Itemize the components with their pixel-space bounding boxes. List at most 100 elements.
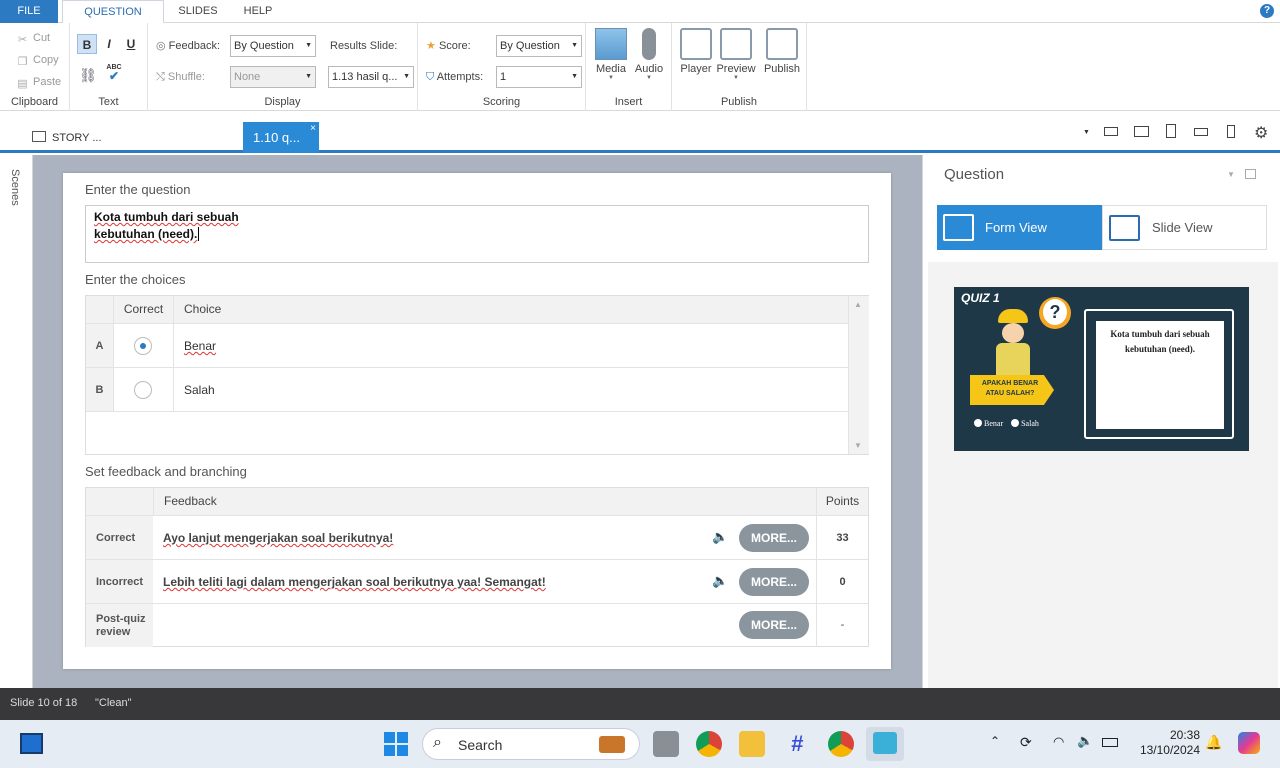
- feedback-row-correct: Correct Ayo lanjut mengerjakan soal beri…: [86, 515, 868, 560]
- cut-button[interactable]: ✂ Cut: [16, 30, 50, 46]
- choice-letter: A: [86, 324, 113, 368]
- points-value[interactable]: -: [816, 604, 868, 647]
- close-icon[interactable]: ×: [310, 113, 316, 144]
- sync-icon[interactable]: ⟳: [1020, 734, 1032, 751]
- desktop-view-icon[interactable]: [1134, 126, 1149, 137]
- player-button[interactable]: Player: [678, 28, 714, 75]
- wifi-icon[interactable]: ◠: [1053, 734, 1064, 750]
- chevron-down-icon[interactable]: ▼: [1083, 129, 1090, 136]
- chrome-icon[interactable]: [696, 731, 722, 757]
- scenes-sidebar[interactable]: Scenes: [0, 155, 33, 688]
- scroll-down-icon[interactable]: ▼: [854, 441, 862, 450]
- battery-icon[interactable]: [1102, 738, 1118, 747]
- results-slide-dropdown[interactable]: 1.13 hasil q... ▼: [328, 66, 414, 88]
- empty-choice-row[interactable]: [86, 411, 848, 454]
- feedback-text[interactable]: Ayo lanjut mengerjakan soal berikutnya!: [163, 516, 393, 560]
- hyperlink-icon[interactable]: ⛓: [78, 65, 98, 85]
- choice-text[interactable]: Salah: [173, 368, 848, 412]
- paste-button[interactable]: ▤ Paste: [16, 74, 61, 90]
- hash-app-icon[interactable]: #: [784, 731, 810, 757]
- publish-group-label: Publish: [720, 96, 758, 108]
- shuffle-dropdown[interactable]: None ▼: [230, 66, 316, 88]
- attempts-dropdown[interactable]: 1 ▼: [496, 66, 582, 88]
- results-slide-label: Results Slide:: [330, 40, 398, 52]
- search-placeholder: Search: [458, 737, 503, 753]
- tab-help[interactable]: HELP: [234, 0, 282, 23]
- gear-icon[interactable]: ⚙: [1254, 123, 1268, 143]
- form-view-button[interactable]: Form View: [937, 205, 1102, 250]
- choice-text[interactable]: Benar: [173, 324, 848, 368]
- theme-name: "Clean": [95, 697, 132, 709]
- bold-button[interactable]: B: [77, 34, 97, 54]
- feedback-header-blank: [86, 488, 153, 515]
- feedback-dropdown[interactable]: By Question ▼: [230, 35, 316, 57]
- feedback-text[interactable]: Lebih teliti lagi dalam mengerjakan soal…: [163, 560, 546, 604]
- correct-radio[interactable]: [134, 337, 152, 355]
- spellcheck-button[interactable]: ABC ✔: [104, 63, 124, 83]
- media-button[interactable]: Media ▼: [594, 28, 628, 81]
- clock[interactable]: 20:38 13/10/2024: [1120, 728, 1200, 758]
- italic-button[interactable]: I: [99, 34, 119, 54]
- file-explorer-icon[interactable]: [739, 731, 765, 757]
- scenes-label: Scenes: [9, 169, 21, 206]
- question-text-input[interactable]: Kota tumbuh dari sebuah kebutuhan (need)…: [85, 205, 869, 263]
- slide-counter: Slide 10 of 18: [10, 697, 78, 709]
- feedback-icon: ◎: [156, 40, 166, 52]
- tab-question[interactable]: QUESTION: [62, 0, 164, 24]
- underline-button[interactable]: U: [121, 34, 141, 54]
- choice-row[interactable]: A Benar: [86, 323, 848, 368]
- ribbon: ✂ Cut ❐ Copy ▤ Paste Clipboard B I U ⛓ ABC ✔…: [0, 23, 1280, 111]
- points-value[interactable]: 0: [816, 560, 868, 604]
- scroll-up-icon[interactable]: ▲: [854, 300, 862, 309]
- menu-bar: FILE QUESTION SLIDES HELP ?: [0, 0, 1280, 24]
- widgets-icon[interactable]: [20, 733, 43, 754]
- copy-button[interactable]: ❐ Copy: [16, 52, 59, 68]
- publish-button[interactable]: Publish: [760, 28, 804, 75]
- more-button[interactable]: MORE...: [739, 568, 809, 596]
- feedback-heading: Set feedback and branching: [85, 464, 247, 479]
- phone-view-icon[interactable]: [1227, 125, 1235, 138]
- col-feedback-header: Feedback: [153, 488, 816, 515]
- taskbar-search[interactable]: ⌕ Search: [422, 728, 640, 760]
- tablet-landscape-icon[interactable]: [1194, 128, 1208, 136]
- more-button[interactable]: MORE...: [739, 524, 809, 552]
- help-icon[interactable]: ?: [1260, 4, 1274, 18]
- audio-button[interactable]: Audio ▼: [632, 28, 666, 81]
- question-line-2-text: kebutuhan (need).: [94, 227, 198, 241]
- speaker-icon[interactable]: 🔈: [712, 529, 728, 545]
- volume-icon[interactable]: 🔈: [1077, 733, 1093, 749]
- more-button[interactable]: MORE...: [739, 611, 809, 639]
- story-tab[interactable]: STORY ...: [20, 125, 102, 151]
- choices-scrollbar[interactable]: ▲ ▼: [848, 296, 869, 454]
- slide-tab[interactable]: 1.10 q... ×: [243, 122, 319, 153]
- slide-thumbnail[interactable]: QUIZ 1 ? APAKAH BENAR ATAU SALAH? Benar S…: [954, 287, 1249, 451]
- laptop-view-icon[interactable]: [1104, 127, 1118, 136]
- storyline-app-button[interactable]: [866, 727, 904, 761]
- windows-start-icon[interactable]: [384, 732, 408, 756]
- feedback-row-incorrect: Incorrect Lebih teliti lagi dalam menger…: [86, 559, 868, 604]
- points-value[interactable]: 33: [816, 516, 868, 560]
- choices-heading: Enter the choices: [85, 272, 186, 287]
- task-view-icon[interactable]: [653, 731, 679, 757]
- score-dropdown[interactable]: By Question ▼: [496, 35, 582, 57]
- bell-icon[interactable]: 🔔: [1205, 734, 1222, 751]
- file-tab[interactable]: FILE: [0, 0, 58, 23]
- chevron-down-icon[interactable]: ▼: [1227, 170, 1235, 179]
- restore-icon[interactable]: [1245, 169, 1256, 179]
- feedback-label-text: Feedback:: [168, 40, 221, 52]
- question-line-2: kebutuhan (need).: [94, 227, 200, 241]
- choices-header-blank: [86, 296, 113, 323]
- correct-radio[interactable]: [134, 381, 152, 399]
- tab-slides[interactable]: SLIDES: [170, 0, 226, 23]
- copilot-icon[interactable]: [1238, 732, 1260, 754]
- chrome-profile-icon[interactable]: [828, 731, 854, 757]
- correct-cell: [113, 368, 173, 412]
- choice-row[interactable]: B Salah: [86, 367, 848, 412]
- tablet-portrait-icon[interactable]: [1166, 124, 1176, 138]
- slide-view-button[interactable]: Slide View: [1102, 205, 1267, 250]
- thumb-card-line-1: Kota tumbuh dari sebuah: [1110, 329, 1210, 339]
- publish-icon: [766, 28, 798, 60]
- speaker-icon[interactable]: 🔈: [712, 573, 728, 589]
- preview-button[interactable]: Preview ▼: [716, 28, 756, 81]
- chevron-up-icon[interactable]: ⌃: [990, 734, 1000, 748]
